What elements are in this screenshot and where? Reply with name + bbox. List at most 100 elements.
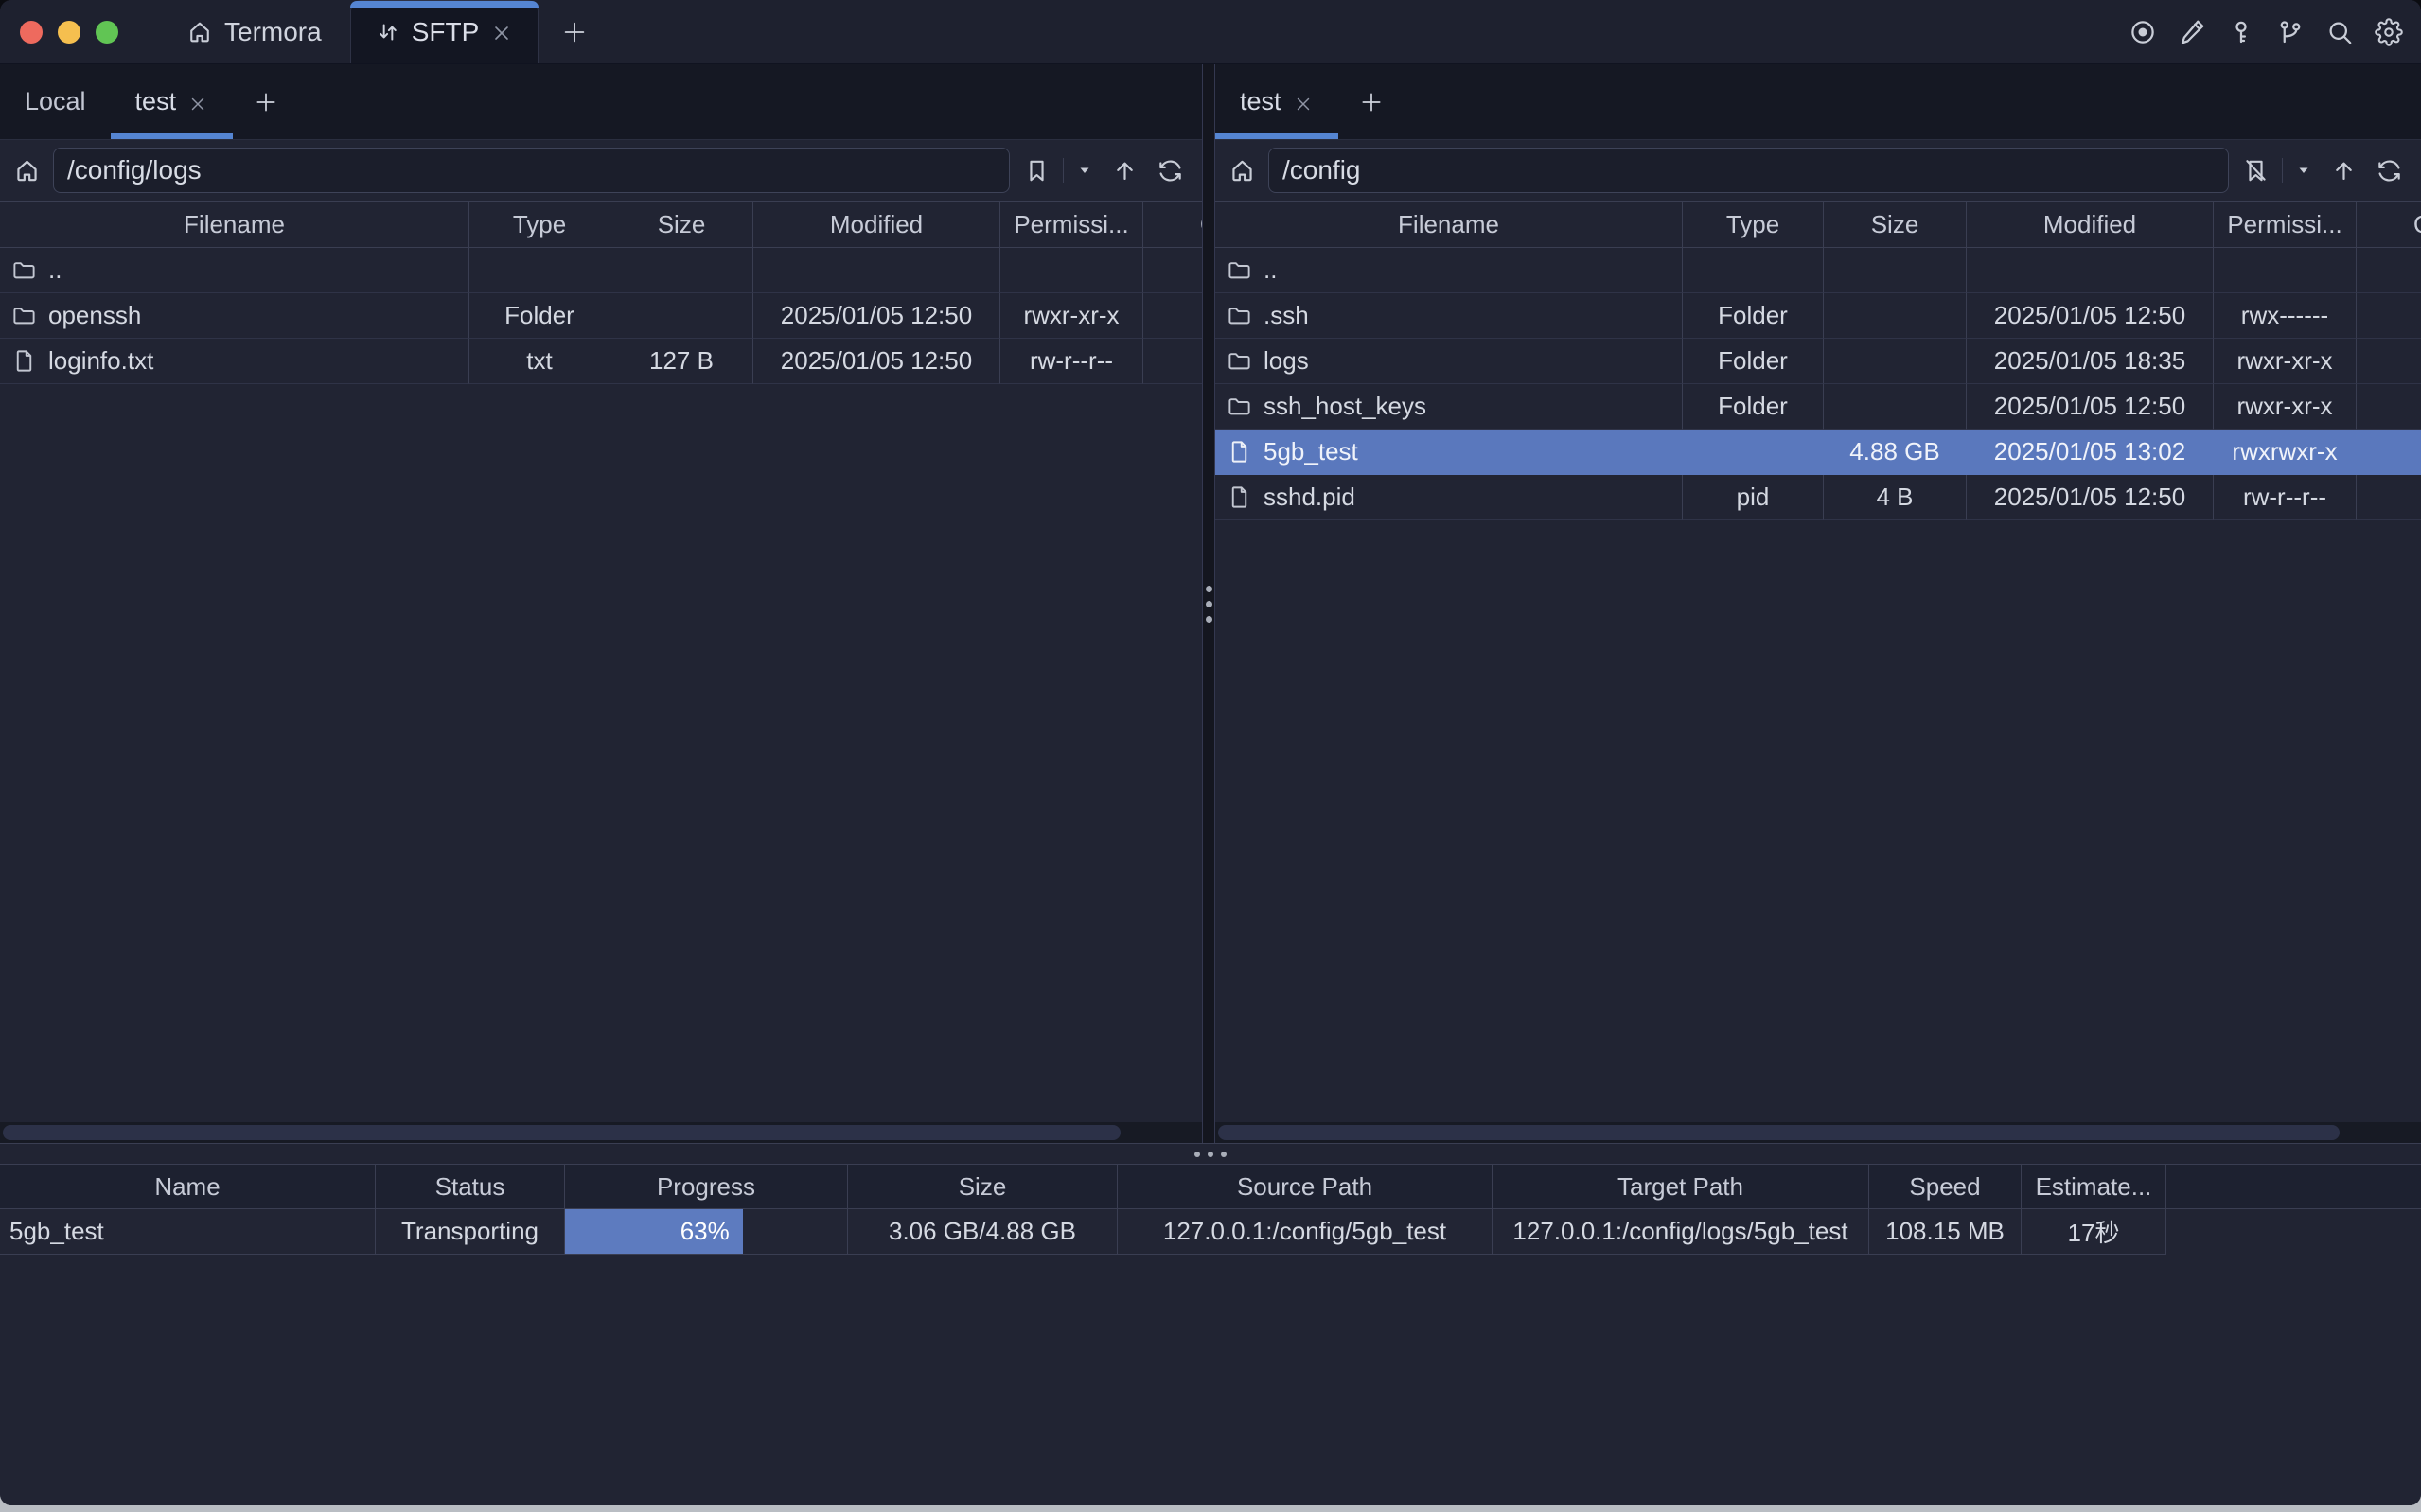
filename: .. [1264,255,1277,285]
column-header-permissions[interactable]: Permissi... [2214,202,2357,247]
new-tab-button[interactable] [539,0,610,63]
path-input[interactable] [53,148,1010,193]
keychain-button[interactable] [2273,15,2307,49]
settings-button[interactable] [2372,15,2406,49]
close-tab-icon[interactable] [187,92,208,113]
column-header-owner[interactable]: Ow [2357,202,2421,247]
close-tab-icon[interactable] [1293,92,1314,113]
column-header-type[interactable]: Type [1683,202,1824,247]
record-button[interactable] [2126,15,2160,49]
filename: ssh_host_keys [1264,392,1426,421]
file-row[interactable]: logs Folder 2025/01/05 18:35 rwxr-xr-x [1215,339,2421,384]
column-header-filename[interactable]: Filename [1215,202,1683,247]
column-header-status[interactable]: Status [376,1165,565,1208]
refresh-button[interactable] [1151,151,1189,189]
transfer-row[interactable]: 5gb_test Transporting 63% 3.06 GB/4.88 G… [0,1209,2421,1255]
close-tab-icon[interactable] [490,21,513,44]
transfer-panel-splitter[interactable] [0,1143,2421,1164]
transfer-size: 3.06 GB/4.88 GB [848,1209,1118,1255]
column-header-speed[interactable]: Speed [1869,1165,2022,1208]
file-permissions [1000,248,1143,293]
parent-directory-button[interactable] [1105,151,1143,189]
app-window: Termora SFTP Local [0,0,2421,1505]
column-header-size[interactable]: Size [610,202,753,247]
chevron-down-icon [1077,163,1092,178]
tab-sftp[interactable]: SFTP [350,0,539,63]
divider [2282,158,2283,183]
file-row[interactable]: .. [1215,248,2421,293]
column-header-name[interactable]: Name [0,1165,376,1208]
tab-termora[interactable]: Termora [158,0,350,63]
gear-icon [2375,18,2403,46]
file-row[interactable]: loginfo.txt txt 127 B 2025/01/05 12:50 r… [0,339,1202,384]
file-row[interactable]: ssh_host_keys Folder 2025/01/05 12:50 rw… [1215,384,2421,430]
column-header-type[interactable]: Type [469,202,610,247]
transfer-speed: 108.15 MB [1869,1209,2022,1255]
file-row[interactable]: .. [0,248,1202,293]
refresh-icon [2376,157,2403,185]
column-header-source-path[interactable]: Source Path [1118,1165,1493,1208]
file-permissions: rwxr-xr-x [1000,293,1143,339]
close-window-button[interactable] [20,21,43,44]
column-header-progress[interactable]: Progress [565,1165,848,1208]
arrow-up-icon [1111,157,1139,185]
parent-directory-button[interactable] [2324,151,2362,189]
home-button[interactable] [1223,151,1261,189]
scrollbar-thumb[interactable] [3,1125,1121,1140]
column-header-size[interactable]: Size [848,1165,1118,1208]
minimize-window-button[interactable] [58,21,80,44]
home-button[interactable] [8,151,45,189]
column-header-size[interactable]: Size [1824,202,1967,247]
column-header-target-path[interactable]: Target Path [1493,1165,1869,1208]
edit-button[interactable] [2175,15,2209,49]
filename: .. [48,255,62,285]
transfer-source-path: 127.0.0.1:/config/5gb_test [1118,1209,1493,1255]
column-header-filename[interactable]: Filename [0,202,469,247]
splitter-grip-icon [1194,1152,1227,1157]
bookmark-button[interactable] [1017,151,1055,189]
file-icon [1227,439,1252,465]
file-type: Folder [1683,384,1824,430]
tab-local[interactable]: Local [0,64,111,139]
file-size: 4 B [1824,475,1967,520]
scrollbar-thumb[interactable] [1218,1125,2340,1140]
search-button[interactable] [2323,15,2357,49]
refresh-button[interactable] [2370,151,2408,189]
remove-bookmark-button[interactable] [2236,151,2274,189]
new-connection-button[interactable] [233,64,299,139]
transfer-target-path: 127.0.0.1:/config/logs/5gb_test [1493,1209,1869,1255]
column-header-modified[interactable]: Modified [1967,202,2214,247]
column-header-owner[interactable]: Ow [1143,202,1202,247]
titlebar-tools [2126,0,2421,63]
keys-button[interactable] [2224,15,2258,49]
path-input[interactable] [1268,148,2229,193]
file-row-selected[interactable]: 5gb_test 4.88 GB 2025/01/05 13:02 rwxrwx… [1215,430,2421,475]
pane-splitter[interactable] [1202,64,1215,1143]
tab-test-right[interactable]: test [1215,64,1338,139]
filename: .ssh [1264,301,1309,330]
file-modified [753,248,1000,293]
file-owner [2357,475,2421,520]
folder-icon [1227,303,1252,328]
column-header-estimate[interactable]: Estimate... [2022,1165,2166,1208]
record-icon [2129,18,2157,46]
file-type: Folder [1683,339,1824,384]
filename: sshd.pid [1264,483,1355,512]
arrow-up-icon [2330,157,2358,185]
file-row[interactable]: .ssh Folder 2025/01/05 12:50 rwx------ [1215,293,2421,339]
file-row[interactable]: sshd.pid pid 4 B 2025/01/05 12:50 rw-r--… [1215,475,2421,520]
file-type [1683,430,1824,475]
bookmark-dropdown-button[interactable] [1071,151,1098,189]
file-permissions [2214,248,2357,293]
file-modified: 2025/01/05 12:50 [753,293,1000,339]
bookmark-dropdown-button[interactable] [2290,151,2317,189]
left-path-bar [0,140,1202,201]
zoom-window-button[interactable] [96,21,118,44]
column-header-permissions[interactable]: Permissi... [1000,202,1143,247]
file-owner [1143,339,1202,384]
tab-test-left[interactable]: test [111,64,234,139]
column-header-modified[interactable]: Modified [753,202,1000,247]
folder-icon [1227,348,1252,374]
new-connection-button[interactable] [1338,64,1405,139]
file-row[interactable]: openssh Folder 2025/01/05 12:50 rwxr-xr-… [0,293,1202,339]
